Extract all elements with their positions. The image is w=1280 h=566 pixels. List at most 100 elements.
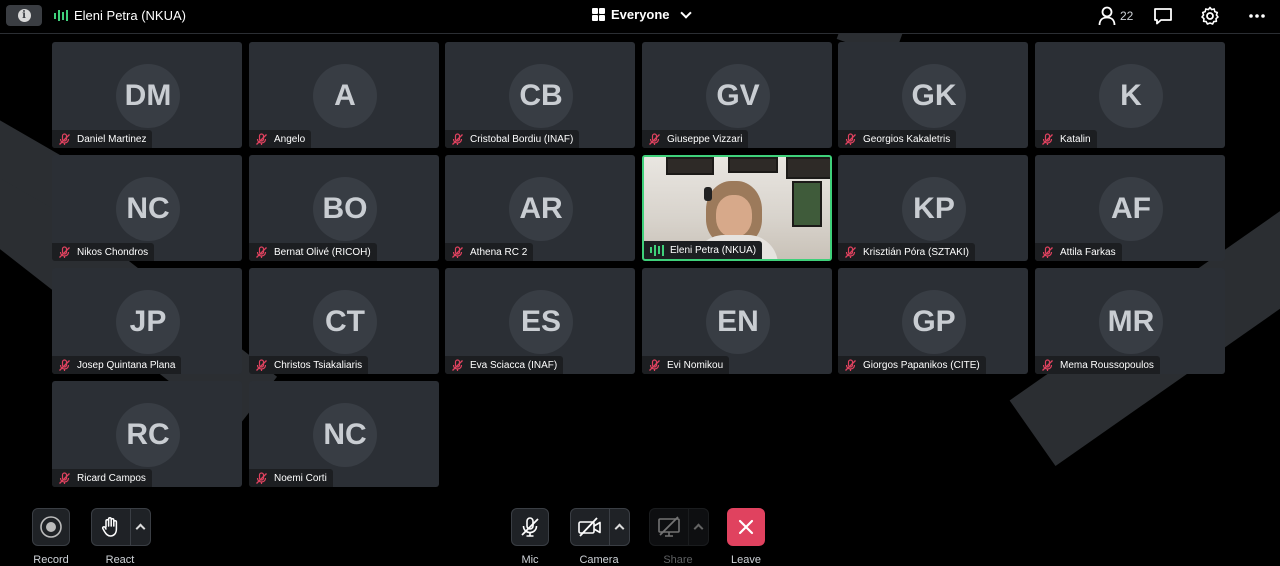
- participant-name-tag: Daniel Martinez: [52, 130, 153, 148]
- mic-muted-icon: [648, 358, 661, 372]
- avatar: NC: [116, 177, 180, 241]
- participant-name: Athena RC 2: [470, 246, 528, 258]
- grid-view-icon: [592, 8, 605, 21]
- participant-tile[interactable]: RC Ricard Campos: [52, 381, 242, 487]
- mic-label: Mic: [521, 554, 539, 566]
- mic-muted-icon: [451, 132, 464, 146]
- mic-muted-icon: [255, 132, 268, 146]
- mic-muted-icon: [648, 132, 661, 146]
- participant-name: Georgios Kakaletris: [863, 133, 951, 145]
- participant-name-tag: Nikos Chondros: [52, 243, 155, 261]
- participant-name-tag: Evi Nomikou: [642, 356, 730, 374]
- participant-name: Ricard Campos: [77, 472, 146, 484]
- participant-tile[interactable]: MR Mema Roussopoulos: [1035, 268, 1225, 374]
- share-button[interactable]: [650, 509, 689, 545]
- view-label: Everyone: [611, 7, 670, 22]
- avatar: GK: [902, 64, 966, 128]
- audio-level-icon: [650, 244, 664, 256]
- participant-name: Evi Nomikou: [667, 359, 724, 371]
- avatar: GV: [706, 64, 770, 128]
- more-options-icon[interactable]: [1248, 6, 1266, 26]
- mic-muted-icon: [255, 358, 268, 372]
- avatar: BO: [313, 177, 377, 241]
- camera-options-button[interactable]: [610, 509, 629, 545]
- participant-tile[interactable]: JP Josep Quintana Plana: [52, 268, 242, 374]
- mic-muted-icon: [844, 358, 857, 372]
- mic-button[interactable]: [511, 508, 549, 546]
- camera-button[interactable]: [571, 509, 610, 545]
- avatar: AF: [1099, 177, 1163, 241]
- participant-name: Mema Roussopoulos: [1060, 359, 1154, 371]
- participant-name: Josep Quintana Plana: [77, 359, 176, 371]
- avatar: NC: [313, 403, 377, 467]
- participant-name: Eva Sciacca (INAF): [470, 359, 558, 371]
- participant-tile[interactable]: EN Evi Nomikou: [642, 268, 832, 374]
- participant-tile[interactable]: GK Georgios Kakaletris: [838, 42, 1028, 148]
- camera-off-icon: [578, 517, 601, 537]
- participant-name-tag: Bernat Olivé (RICOH): [249, 243, 377, 261]
- participant-name-tag: Attila Farkas: [1035, 243, 1122, 261]
- mic-muted-icon: [521, 517, 539, 537]
- participant-name: Angelo: [274, 133, 306, 145]
- react-button[interactable]: [92, 509, 131, 545]
- participant-name-tag: Krisztián Póra (SZTAKI): [838, 243, 975, 261]
- participant-tile[interactable]: NC Noemi Corti: [249, 381, 439, 487]
- meeting-info-button[interactable]: i: [6, 5, 42, 26]
- participant-tile[interactable]: GV Giuseppe Vizzari: [642, 42, 832, 148]
- active-speaker-indicator: Eleni Petra (NKUA): [54, 8, 186, 23]
- leave-control: Leave: [727, 508, 765, 566]
- record-button[interactable]: [32, 508, 70, 546]
- view-selector[interactable]: Everyone: [592, 6, 692, 22]
- participant-tile[interactable]: BO Bernat Olivé (RICOH): [249, 155, 439, 261]
- participant-tile[interactable]: K Katalin: [1035, 42, 1225, 148]
- participant-tile[interactable]: KP Krisztián Póra (SZTAKI): [838, 155, 1028, 261]
- participant-name: Christos Tsiakaliaris: [274, 359, 363, 371]
- share-options-button[interactable]: [689, 509, 708, 545]
- mic-muted-icon: [58, 245, 71, 259]
- gear-icon[interactable]: [1200, 6, 1220, 26]
- participant-tile[interactable]: GP Giorgos Papanikos (CITE): [838, 268, 1028, 374]
- mic-muted-icon: [1041, 358, 1054, 372]
- record-icon: [40, 516, 62, 538]
- avatar: MR: [1099, 290, 1163, 354]
- participant-name: Attila Farkas: [1060, 246, 1116, 258]
- camera-control: Camera: [570, 508, 630, 566]
- chat-icon[interactable]: [1153, 6, 1173, 26]
- leave-button[interactable]: [727, 508, 765, 546]
- avatar: KP: [902, 177, 966, 241]
- mic-muted-icon: [255, 245, 268, 259]
- avatar: GP: [902, 290, 966, 354]
- audio-level-icon: [54, 10, 68, 22]
- participant-tile[interactable]: ES Eva Sciacca (INAF): [445, 268, 635, 374]
- participant-name-tag: Josep Quintana Plana: [52, 356, 182, 374]
- participant-tile[interactable]: AF Attila Farkas: [1035, 155, 1225, 261]
- participant-name: Katalin: [1060, 133, 1091, 145]
- mic-control: Mic: [511, 508, 549, 566]
- chevron-up-icon: [693, 523, 704, 534]
- leave-label: Leave: [731, 554, 761, 566]
- participant-tile[interactable]: AR Athena RC 2: [445, 155, 635, 261]
- raise-hand-icon: [102, 517, 118, 537]
- participant-name-tag: Georgios Kakaletris: [838, 130, 957, 148]
- participant-name-tag: Katalin: [1035, 130, 1097, 148]
- participant-tile[interactable]: CB Cristobal Bordiu (INAF): [445, 42, 635, 148]
- record-control: Record: [32, 508, 70, 566]
- mic-muted-icon: [1041, 132, 1054, 146]
- avatar: K: [1099, 64, 1163, 128]
- participant-tile[interactable]: CT Christos Tsiakaliaris: [249, 268, 439, 374]
- participant-name-tag: Angelo: [249, 130, 312, 148]
- react-options-button[interactable]: [131, 509, 150, 545]
- participant-tile[interactable]: NC Nikos Chondros: [52, 155, 242, 261]
- participant-tile[interactable]: DM Daniel Martinez: [52, 42, 242, 148]
- participants-button[interactable]: 22: [1098, 6, 1133, 26]
- participant-name: Bernat Olivé (RICOH): [274, 246, 371, 258]
- mic-muted-icon: [58, 132, 71, 146]
- participant-tile[interactable]: A Angelo: [249, 42, 439, 148]
- participant-tile[interactable]: Eleni Petra (NKUA): [642, 155, 832, 261]
- participant-name: Giuseppe Vizzari: [667, 133, 743, 145]
- avatar: CT: [313, 290, 377, 354]
- participant-name-tag: Giorgos Papanikos (CITE): [838, 356, 986, 374]
- info-icon: i: [17, 9, 31, 22]
- participant-name-tag: Cristobal Bordiu (INAF): [445, 130, 580, 148]
- share-control: Share: [649, 508, 709, 566]
